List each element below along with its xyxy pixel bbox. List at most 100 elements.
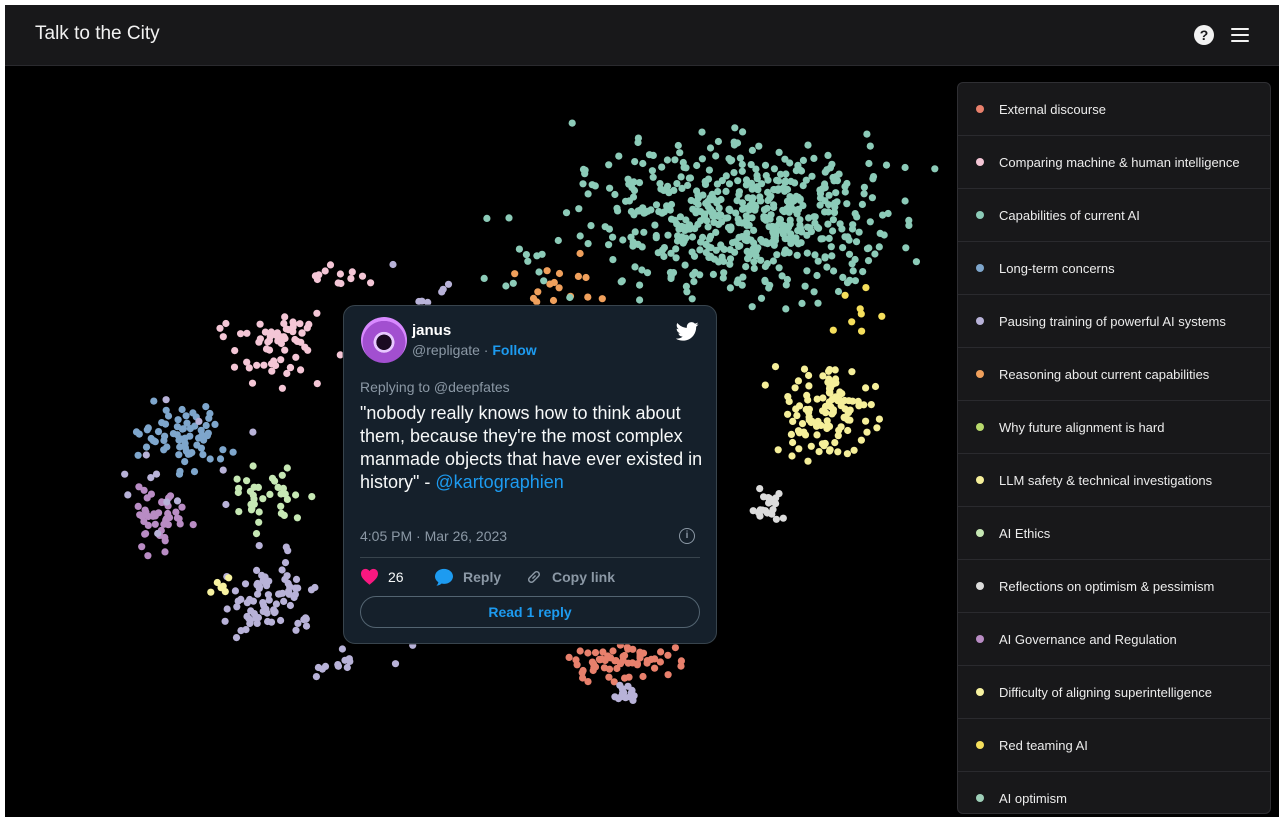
cluster-point[interactable] [543, 267, 551, 275]
cluster-point[interactable] [640, 228, 648, 236]
cluster-point[interactable] [529, 294, 538, 302]
cluster-point[interactable] [624, 659, 632, 667]
cluster-point[interactable] [232, 634, 241, 642]
cluster-point[interactable] [866, 142, 874, 150]
cluster-point[interactable] [863, 130, 871, 138]
cluster-point[interactable] [825, 447, 834, 455]
cluster-point[interactable] [725, 180, 734, 188]
cluster-point[interactable] [698, 155, 707, 163]
cluster-point[interactable] [719, 274, 727, 282]
cluster-point[interactable] [696, 271, 704, 279]
cluster-point[interactable] [614, 207, 622, 215]
cluster-point[interactable] [266, 490, 274, 498]
cluster-point[interactable] [775, 219, 783, 227]
cluster-point[interactable] [781, 178, 789, 186]
cluster-point[interactable] [124, 491, 132, 499]
cluster-point[interactable] [348, 268, 356, 276]
cluster-point[interactable] [734, 241, 743, 249]
cluster-point[interactable] [656, 180, 664, 188]
cluster-point[interactable] [261, 573, 269, 581]
cluster-point[interactable] [813, 223, 821, 231]
cluster-point[interactable] [800, 365, 809, 373]
cluster-point[interactable] [188, 449, 196, 457]
cluster-point[interactable] [754, 244, 762, 252]
cluster-point[interactable] [629, 193, 638, 201]
copy-link-button[interactable]: Copy link [525, 568, 615, 586]
cluster-point[interactable] [769, 257, 778, 265]
cluster-point[interactable] [851, 277, 860, 285]
cluster-point[interactable] [819, 235, 827, 243]
cluster-point[interactable] [294, 619, 302, 628]
cluster-point[interactable] [135, 483, 143, 491]
cluster-point[interactable] [181, 434, 189, 442]
cluster-point[interactable] [794, 227, 802, 235]
cluster-point[interactable] [794, 240, 803, 248]
cluster-point[interactable] [285, 590, 293, 598]
cluster-point[interactable] [182, 412, 190, 420]
cluster-point[interactable] [858, 327, 866, 335]
cluster-point[interactable] [757, 256, 765, 264]
cluster-point[interactable] [663, 156, 672, 164]
cluster-point[interactable] [789, 438, 797, 447]
cluster-point[interactable] [725, 206, 733, 214]
cluster-point[interactable] [347, 275, 355, 283]
cluster-point[interactable] [761, 381, 769, 389]
cluster-point[interactable] [630, 186, 639, 195]
cluster-point[interactable] [651, 221, 659, 229]
cluster-point[interactable] [735, 188, 744, 196]
cluster-point[interactable] [618, 689, 627, 697]
cluster-point[interactable] [871, 250, 879, 258]
cluster-point[interactable] [652, 234, 660, 242]
cluster-point[interactable] [645, 151, 654, 159]
cluster-point[interactable] [698, 128, 706, 136]
cluster-point[interactable] [267, 618, 276, 626]
cluster-point[interactable] [151, 520, 159, 528]
like-button[interactable]: 26 [360, 568, 404, 585]
cluster-point[interactable] [190, 468, 199, 476]
cluster-point[interactable] [281, 559, 290, 567]
cluster-point[interactable] [154, 428, 163, 436]
cluster-point[interactable] [679, 158, 687, 167]
cluster-point[interactable] [259, 599, 267, 607]
cluster-point[interactable] [705, 243, 713, 251]
cluster-point[interactable] [804, 141, 812, 149]
cluster-point[interactable] [843, 200, 851, 208]
cluster-point[interactable] [606, 184, 614, 192]
cluster-point[interactable] [724, 214, 732, 222]
cluster-point[interactable] [555, 284, 563, 292]
cluster-point[interactable] [852, 238, 861, 246]
cluster-point[interactable] [667, 249, 675, 257]
cluster-point[interactable] [841, 182, 849, 191]
cluster-point[interactable] [629, 238, 637, 246]
cluster-point[interactable] [671, 156, 679, 164]
cluster-point[interactable] [694, 194, 703, 202]
cluster-point[interactable] [746, 202, 754, 210]
cluster-point[interactable] [733, 197, 741, 205]
cluster-point[interactable] [688, 233, 697, 241]
cluster-point[interactable] [596, 656, 604, 664]
cluster-point[interactable] [535, 268, 543, 276]
cluster-point[interactable] [869, 173, 878, 181]
cluster-point[interactable] [277, 509, 285, 517]
cluster-point[interactable] [795, 445, 803, 453]
cluster-point[interactable] [623, 643, 631, 651]
cluster-point[interactable] [813, 271, 821, 280]
cluster-point[interactable] [173, 431, 181, 439]
cluster-point[interactable] [807, 442, 815, 450]
legend-item[interactable]: External discourse [958, 83, 1270, 136]
cluster-point[interactable] [670, 186, 678, 194]
cluster-point[interactable] [821, 402, 830, 411]
cluster-point[interactable] [796, 166, 804, 174]
cluster-point[interactable] [816, 194, 825, 202]
cluster-point[interactable] [144, 552, 152, 560]
cluster-point[interactable] [842, 414, 850, 422]
tweet-card[interactable]: janus @repligate · Follow Replying to @d… [343, 305, 717, 644]
cluster-point[interactable] [292, 626, 300, 634]
cluster-point[interactable] [709, 270, 718, 278]
cluster-point[interactable] [582, 273, 590, 282]
cluster-point[interactable] [793, 251, 801, 259]
cluster-point[interactable] [243, 358, 251, 366]
cluster-point[interactable] [199, 451, 207, 459]
cluster-point[interactable] [334, 662, 342, 670]
cluster-point[interactable] [178, 425, 186, 433]
